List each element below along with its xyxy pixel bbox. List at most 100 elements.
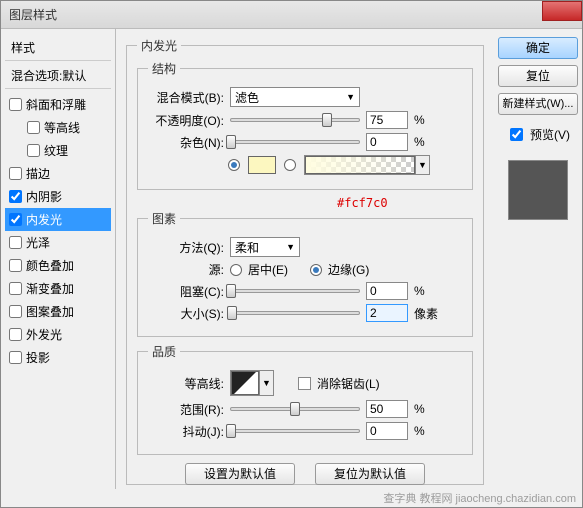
style-checkbox[interactable] (9, 328, 22, 341)
preview-thumbnail (508, 160, 568, 220)
choke-input[interactable]: 0 (366, 282, 408, 300)
opacity-label: 不透明度(O): (148, 112, 224, 129)
style-item-11[interactable]: 投影 (5, 346, 111, 369)
style-item-9[interactable]: 图案叠加 (5, 300, 111, 323)
new-style-button[interactable]: 新建样式(W)... (498, 93, 578, 115)
reset-default-button[interactable]: 复位为默认值 (315, 463, 425, 485)
jitter-label: 抖动(J): (148, 423, 224, 440)
technique-dropdown[interactable]: 柔和 ▼ (230, 237, 300, 257)
chevron-down-icon: ▼ (259, 371, 273, 395)
gradient-picker[interactable]: ▼ (304, 155, 430, 175)
contour-picker[interactable]: ▼ (230, 370, 274, 396)
color-swatch[interactable] (248, 156, 276, 174)
preview-label: 预览(V) (530, 126, 570, 143)
preview-checkbox[interactable] (510, 128, 523, 141)
noise-input[interactable]: 0 (366, 133, 408, 151)
size-slider[interactable] (230, 311, 360, 315)
noise-label: 杂色(N): (148, 134, 224, 151)
style-label: 光泽 (26, 234, 50, 251)
style-label: 斜面和浮雕 (26, 96, 86, 113)
style-checkbox[interactable] (9, 98, 22, 111)
jitter-input[interactable]: 0 (366, 422, 408, 440)
source-center-radio[interactable] (230, 264, 242, 276)
antialias-checkbox[interactable] (298, 377, 311, 390)
styles-list-panel: 样式 混合选项:默认 斜面和浮雕等高线纹理描边内阴影内发光光泽颜色叠加渐变叠加图… (1, 29, 116, 489)
style-item-1[interactable]: 等高线 (5, 116, 111, 139)
styles-header[interactable]: 样式 (5, 35, 111, 61)
ok-button[interactable]: 确定 (498, 37, 578, 59)
color-radio[interactable] (228, 159, 240, 171)
color-hex-annotation: #fcf7c0 (337, 196, 473, 210)
settings-panel: 内发光 结构 混合模式(B): 滤色 ▼ 不透明度(O): 75 (116, 29, 494, 489)
range-input[interactable]: 50 (366, 400, 408, 418)
style-label: 图案叠加 (26, 303, 74, 320)
style-checkbox[interactable] (27, 144, 40, 157)
gradient-swatch (305, 156, 415, 174)
style-checkbox[interactable] (9, 351, 22, 364)
style-item-3[interactable]: 描边 (5, 162, 111, 185)
antialias-label: 消除锯齿(L) (317, 375, 380, 392)
size-input[interactable]: 2 (366, 304, 408, 322)
style-label: 描边 (26, 165, 50, 182)
style-checkbox[interactable] (9, 259, 22, 272)
titlebar[interactable]: 图层样式 (1, 1, 582, 29)
structure-legend: 结构 (148, 60, 180, 77)
source-label: 源: (148, 261, 224, 278)
style-label: 内发光 (26, 211, 62, 228)
blendmode-label: 混合模式(B): (148, 89, 224, 106)
range-slider[interactable] (230, 407, 360, 411)
range-unit: % (414, 402, 438, 416)
style-checkbox[interactable] (9, 190, 22, 203)
chevron-down-icon: ▼ (346, 92, 355, 102)
make-default-button[interactable]: 设置为默认值 (185, 463, 295, 485)
style-item-10[interactable]: 外发光 (5, 323, 111, 346)
source-edge-radio[interactable] (310, 264, 322, 276)
style-checkbox[interactable] (9, 167, 22, 180)
panel-title: 内发光 (137, 37, 181, 54)
choke-label: 阻塞(C): (148, 283, 224, 300)
opacity-slider[interactable] (230, 118, 360, 122)
watermark: 查字典 教程网 jiaocheng.chazidian.com (383, 489, 576, 507)
structure-fieldset: 结构 混合模式(B): 滤色 ▼ 不透明度(O): 75 % (137, 60, 473, 190)
style-checkbox[interactable] (9, 282, 22, 295)
cancel-button[interactable]: 复位 (498, 65, 578, 87)
chevron-down-icon: ▼ (415, 156, 429, 174)
style-label: 投影 (26, 349, 50, 366)
style-checkbox[interactable] (9, 305, 22, 318)
close-button[interactable] (542, 1, 582, 21)
style-label: 颜色叠加 (26, 257, 74, 274)
blending-options-item[interactable]: 混合选项:默认 (5, 63, 111, 89)
noise-slider[interactable] (230, 140, 360, 144)
style-checkbox[interactable] (27, 121, 40, 134)
right-button-panel: 确定 复位 新建样式(W)... 预览(V) (494, 29, 582, 489)
contour-swatch (231, 371, 259, 395)
inner-glow-fieldset: 内发光 结构 混合模式(B): 滤色 ▼ 不透明度(O): 75 (126, 37, 484, 485)
style-item-8[interactable]: 渐变叠加 (5, 277, 111, 300)
opacity-input[interactable]: 75 (366, 111, 408, 129)
noise-unit: % (414, 135, 438, 149)
technique-label: 方法(Q): (148, 239, 224, 256)
blendmode-dropdown[interactable]: 滤色 ▼ (230, 87, 360, 107)
layer-style-dialog: 图层样式 样式 混合选项:默认 斜面和浮雕等高线纹理描边内阴影内发光光泽颜色叠加… (0, 0, 583, 508)
style-checkbox[interactable] (9, 213, 22, 226)
style-checkbox[interactable] (9, 236, 22, 249)
choke-unit: % (414, 284, 438, 298)
style-item-2[interactable]: 纹理 (5, 139, 111, 162)
quality-fieldset: 品质 等高线: ▼ 消除锯齿(L) 范围(R): (137, 343, 473, 455)
gradient-radio[interactable] (284, 159, 296, 171)
jitter-slider[interactable] (230, 429, 360, 433)
source-center-label: 居中(E) (248, 261, 288, 278)
style-item-0[interactable]: 斜面和浮雕 (5, 93, 111, 116)
style-item-4[interactable]: 内阴影 (5, 185, 111, 208)
chevron-down-icon: ▼ (286, 242, 295, 252)
choke-slider[interactable] (230, 289, 360, 293)
size-label: 大小(S): (148, 305, 224, 322)
style-label: 渐变叠加 (26, 280, 74, 297)
size-unit: 像素 (414, 305, 438, 322)
source-edge-label: 边缘(G) (328, 261, 369, 278)
style-item-5[interactable]: 内发光 (5, 208, 111, 231)
style-item-7[interactable]: 颜色叠加 (5, 254, 111, 277)
style-item-6[interactable]: 光泽 (5, 231, 111, 254)
quality-legend: 品质 (148, 343, 180, 360)
style-label: 外发光 (26, 326, 62, 343)
